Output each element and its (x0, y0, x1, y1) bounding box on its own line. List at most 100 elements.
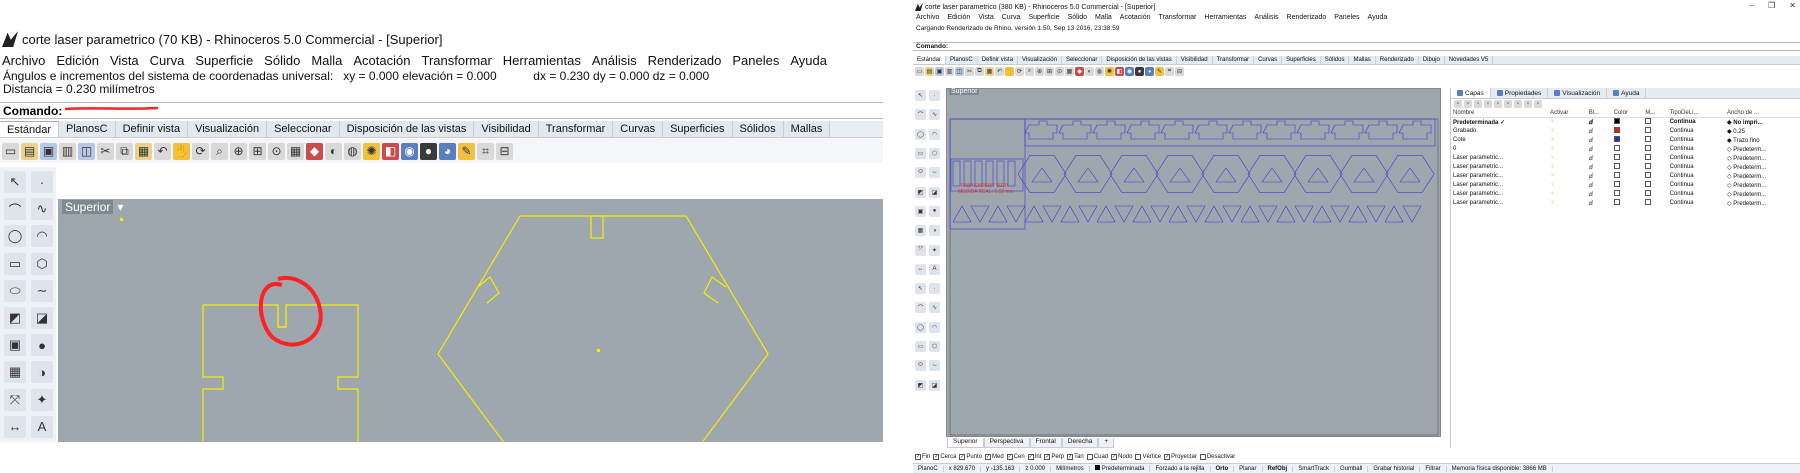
viewport-tab-0[interactable]: Superior (947, 438, 984, 448)
viewport-grid-icon[interactable]: ▦ (1065, 67, 1074, 76)
menu-item-6[interactable]: Malla (309, 53, 342, 68)
zoom-window-icon[interactable]: ⊕ (230, 142, 247, 160)
ellipse-icon[interactable]: ⬭ (4, 279, 26, 302)
move-up-icon[interactable]: ▫ (1484, 100, 1492, 108)
layer-color-swatch[interactable] (1613, 154, 1620, 160)
checkbox-icon[interactable]: ✓ (1164, 454, 1171, 460)
select-icon[interactable]: ↖ (915, 283, 926, 295)
open-icon[interactable]: ▤ (21, 142, 38, 160)
snap-icon[interactable]: ⌗ (1165, 67, 1174, 76)
status-layer[interactable]: Predeterminada (1090, 465, 1151, 472)
material-swatch[interactable] (1645, 136, 1652, 142)
curve-icon[interactable]: ∿ (31, 198, 53, 221)
material-swatch[interactable] (1645, 181, 1652, 187)
right-command-line[interactable]: Comando: (913, 42, 1800, 51)
material-swatch[interactable] (1645, 172, 1652, 178)
layer-color-swatch[interactable] (1613, 145, 1620, 151)
edit-surface-icon[interactable]: ◪ (31, 306, 53, 329)
osnap-7[interactable]: ✓ Tan (1067, 454, 1084, 460)
right-viewport-label[interactable]: Superior (949, 88, 980, 95)
tab-10[interactable]: Sólidos (732, 121, 784, 137)
unlock-icon[interactable]: ⅆ (1587, 136, 1612, 145)
tab-12[interactable]: Renderizado (1376, 56, 1419, 64)
move-down-icon[interactable]: ▫ (1494, 100, 1502, 108)
menu-item-12[interactable]: Paneles (1331, 14, 1359, 24)
polygon-icon[interactable]: ⬡ (31, 252, 53, 275)
cut-icon[interactable]: ✂ (965, 67, 974, 76)
tab-7[interactable]: Transformar (538, 121, 614, 137)
tab-8[interactable]: Curvas (613, 121, 664, 137)
menu-item-11[interactable]: Renderizado (1284, 14, 1327, 24)
point-icon[interactable]: · (929, 90, 940, 101)
tab-9[interactable]: Superficies (1282, 56, 1321, 64)
layer-color-swatch[interactable] (1613, 190, 1620, 196)
status-cplane[interactable]: PlanoC (913, 465, 944, 472)
zoom-selected-icon[interactable]: ⊙ (268, 142, 285, 160)
dimension-icon[interactable]: ↔ (4, 415, 26, 438)
tab-4[interactable]: Seleccionar (1062, 56, 1103, 64)
status-osnap[interactable]: RefObj (1263, 465, 1294, 472)
polyline-icon[interactable]: ⌒ (4, 198, 26, 221)
osnap-10[interactable]: Vértice (1135, 454, 1161, 460)
material-swatch[interactable] (1645, 199, 1652, 205)
material-swatch[interactable] (1645, 127, 1652, 133)
unlock-icon[interactable]: ⅆ (1587, 181, 1612, 190)
checkbox-icon[interactable]: ✓ (1027, 454, 1034, 460)
menu-item-6[interactable]: Malla (1092, 14, 1112, 24)
menu-item-11[interactable]: Renderizado (646, 53, 722, 68)
select-icon[interactable]: ↖ (4, 171, 26, 193)
menu-item-9[interactable]: Herramientas (1201, 14, 1246, 24)
minimize-icon[interactable]: – (1750, 1, 1754, 10)
rectangle-icon[interactable]: ▭ (4, 252, 26, 275)
open-icon[interactable]: ▤ (925, 67, 934, 76)
layer-color-swatch[interactable] (1613, 199, 1620, 205)
menu-item-4[interactable]: Superficie (1025, 14, 1059, 24)
tab-10[interactable]: Sólidos (1321, 56, 1350, 64)
layer-color-swatch[interactable] (1613, 172, 1620, 178)
menu-item-10[interactable]: Análisis (590, 53, 637, 68)
undo-icon[interactable]: ↶ (995, 67, 1004, 76)
layer-material-cell[interactable] (1643, 172, 1667, 181)
edit-surface-icon[interactable]: ◪ (929, 379, 940, 391)
menu-item-10[interactable]: Análisis (1251, 14, 1278, 24)
transform-icon[interactable]: ⤧ (4, 388, 26, 411)
new-icon[interactable]: ▭ (915, 67, 924, 76)
layer-material-cell[interactable] (1643, 181, 1667, 190)
lightbulb-icon[interactable]: ♀ (1548, 154, 1587, 163)
unhide-icon[interactable]: ◐ (1085, 67, 1094, 76)
panel-tab-2[interactable]: Visualización (1548, 88, 1608, 98)
save-icon[interactable]: ▣ (40, 142, 57, 160)
layer-material-cell[interactable] (1643, 199, 1667, 208)
sphere-icon[interactable]: ◕ (1145, 67, 1154, 76)
checkbox-icon[interactable] (1199, 454, 1206, 460)
status-filter[interactable]: Filtrar (1420, 465, 1447, 472)
osnap-11[interactable]: ✓ Proyectar (1164, 454, 1197, 460)
light-icon[interactable]: ✺ (363, 142, 380, 160)
osnap-5[interactable]: ✓ Int (1027, 454, 1041, 460)
surface-icon[interactable]: ◩ (915, 379, 926, 391)
tab-11[interactable]: Mallas (783, 121, 831, 137)
lightbulb-icon[interactable]: ♀ (1548, 172, 1587, 181)
tab-9[interactable]: Superficies (663, 121, 733, 137)
right-viewport[interactable]: FABACADEMY 2020 MEDIDA REAL: 2.52 mm (946, 88, 1441, 437)
layer-color-swatch[interactable] (1613, 136, 1620, 142)
lightbulb-icon[interactable]: ♀ (1548, 163, 1587, 172)
panel-tab-0[interactable]: Capas (1451, 88, 1491, 98)
osnap-6[interactable]: ✓ Perp (1044, 454, 1064, 460)
layer-material-cell[interactable] (1643, 145, 1667, 154)
tab-13[interactable]: Dibujo (1419, 56, 1445, 64)
zoom-extents-icon[interactable]: ⊞ (249, 142, 266, 160)
polygon-icon[interactable]: ⬡ (929, 341, 940, 353)
filter-icon[interactable]: ▫ (1514, 100, 1522, 108)
tab-0[interactable]: Estándar (913, 56, 947, 64)
free-curve-icon[interactable]: ∼ (929, 167, 940, 179)
layer-color-cell[interactable] (1612, 118, 1644, 127)
zoom-window-icon[interactable]: ⊕ (1035, 67, 1044, 76)
layer-color-cell[interactable] (1612, 190, 1644, 199)
menu-item-3[interactable]: Curva (148, 53, 185, 68)
material-swatch[interactable] (1645, 145, 1652, 151)
layer-color-cell[interactable] (1612, 181, 1644, 190)
unlock-icon[interactable]: ⅆ (1587, 145, 1612, 154)
unlock-icon[interactable]: ⅆ (1587, 163, 1612, 172)
layer-color-cell[interactable] (1612, 145, 1644, 154)
